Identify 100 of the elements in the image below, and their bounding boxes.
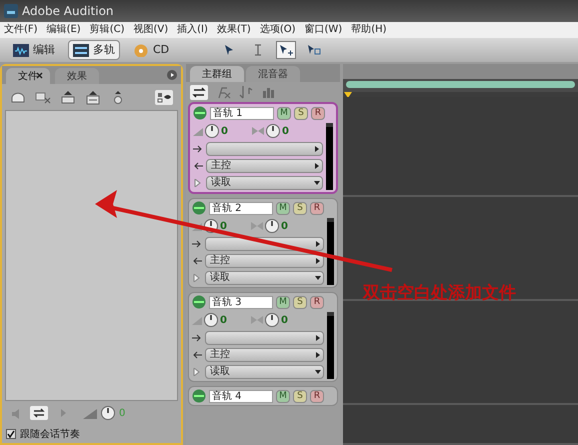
menu-item[interactable]: 帮助(H)	[351, 25, 387, 35]
output-arrow-icon	[192, 257, 202, 265]
output-dropdown[interactable]: 主控	[205, 254, 324, 268]
input-arrow-icon	[193, 145, 203, 153]
track-button[interactable]: R	[310, 390, 324, 402]
caret-right-icon	[313, 162, 321, 170]
track-button[interactable]: S	[293, 390, 307, 402]
view-options-icon[interactable]	[155, 90, 173, 104]
volume-ramp-icon	[193, 126, 203, 136]
track-button[interactable]: R	[310, 296, 324, 308]
caret-right-icon	[314, 240, 322, 248]
folder-icon[interactable]	[10, 90, 26, 104]
volume-ramp-icon	[83, 407, 97, 419]
track-header[interactable]: 音轨 3 M S R 0 0 主控 读取	[188, 292, 338, 382]
waveform-icon	[13, 44, 29, 56]
caret-down-icon	[314, 274, 322, 282]
input-dropdown[interactable]	[206, 142, 323, 156]
track-header[interactable]: 音轨 1 M S R 0 0 主控 读取	[188, 102, 338, 194]
menu-item[interactable]: 选项(O)	[260, 25, 296, 35]
volume-knob[interactable]	[205, 124, 219, 138]
volume-knob[interactable]	[101, 406, 115, 420]
track-name-field[interactable]: 音轨 1	[210, 106, 274, 120]
close-file-icon[interactable]	[35, 90, 51, 104]
input-arrow-icon	[192, 240, 202, 248]
annotation-text: 双击空白处添加文件	[363, 282, 516, 305]
track-button[interactable]: R	[310, 202, 324, 214]
pan-knob[interactable]	[264, 219, 279, 233]
menu-item[interactable]: 插入(I)	[177, 25, 208, 35]
track-enable-icon[interactable]	[192, 295, 206, 309]
track-name-field[interactable]: 音轨 4	[209, 390, 273, 402]
automation-icon	[192, 368, 202, 376]
volume-reading: 0	[119, 406, 126, 420]
pan-knob[interactable]	[264, 313, 279, 327]
menu-item[interactable]: 效果(T)	[216, 25, 251, 35]
panel-tab[interactable]: 文件	[6, 68, 50, 84]
menu-item[interactable]: 视图(V)	[133, 25, 168, 35]
pan-icon	[250, 315, 263, 325]
automation-dropdown[interactable]: 读取	[206, 176, 323, 190]
volume-reading: 0	[220, 314, 227, 328]
panel-tab[interactable]: 主群组	[190, 66, 244, 82]
track-enable-icon[interactable]	[192, 389, 206, 403]
output-arrow-icon	[192, 351, 202, 359]
track-enable-icon[interactable]	[193, 106, 207, 120]
caret-right-icon	[314, 351, 322, 359]
track-button[interactable]: S	[293, 202, 307, 214]
import-icon[interactable]	[60, 90, 76, 104]
input-dropdown[interactable]	[205, 331, 324, 345]
output-dropdown[interactable]: 主控	[206, 159, 323, 173]
app-icon	[4, 4, 18, 18]
menu-item[interactable]: 编辑(E)	[46, 25, 81, 35]
panel-tab[interactable]: 效果	[55, 68, 99, 84]
pan-reading: 0	[280, 220, 288, 234]
output-arrow-icon	[193, 162, 203, 170]
workspace-button[interactable]: 多轨	[68, 40, 120, 60]
track-name-field[interactable]: 音轨 3	[209, 296, 273, 308]
automation-dropdown[interactable]: 读取	[205, 365, 324, 379]
level-meter	[327, 218, 334, 285]
loop-icon[interactable]	[30, 406, 48, 420]
level-meter	[327, 312, 334, 379]
track-name-field[interactable]: 音轨 2	[209, 202, 273, 214]
menu-item[interactable]: 窗口(W)	[304, 25, 342, 35]
close-icon[interactable]	[36, 72, 43, 78]
automation-dropdown[interactable]: 读取	[205, 271, 324, 285]
output-dropdown[interactable]: 主控	[205, 348, 324, 362]
pan-icon	[250, 221, 263, 231]
menu-item[interactable]: 文件(F)	[4, 25, 38, 35]
track-header[interactable]: 音轨 4 M S R	[188, 386, 338, 406]
pan-knob[interactable]	[266, 124, 280, 138]
track-button[interactable]: R	[311, 106, 325, 120]
track-button[interactable]: M	[276, 390, 290, 402]
track-button[interactable]: M	[276, 296, 290, 308]
track-button[interactable]: S	[294, 106, 308, 120]
level-meter	[326, 123, 333, 190]
track-button[interactable]: M	[276, 202, 290, 214]
track-button[interactable]: M	[277, 106, 291, 120]
volume-knob[interactable]	[204, 313, 218, 327]
automation-icon	[193, 179, 203, 187]
caret-down-icon	[313, 179, 321, 187]
window-title: Adobe Audition	[22, 3, 114, 20]
tool-button[interactable]	[276, 41, 296, 59]
pan-reading: 0	[282, 124, 289, 138]
workspace-button[interactable]: 编辑	[8, 40, 60, 60]
input-arrow-icon	[192, 334, 202, 342]
menu-item[interactable]: 剪辑(C)	[90, 25, 124, 35]
volume-reading: 0	[221, 124, 228, 138]
caret-right-icon	[314, 257, 322, 265]
panel-tab[interactable]: 混音器	[246, 66, 300, 82]
checkbox[interactable]	[6, 429, 16, 439]
tracks-icon	[73, 44, 89, 56]
track-enable-icon[interactable]	[192, 201, 206, 215]
pan-icon	[252, 126, 264, 136]
workspace-button[interactable]: CD	[128, 40, 174, 60]
cursor-plus-icon	[278, 43, 294, 57]
inputs-outputs-icon[interactable]	[190, 84, 208, 100]
caret-right-icon	[314, 334, 322, 342]
track-button[interactable]: S	[293, 296, 307, 308]
panel-menu-icon[interactable]	[167, 70, 177, 80]
insert-icon[interactable]	[85, 90, 101, 104]
volume-reading: 0	[220, 220, 227, 234]
volume-ramp-icon	[192, 315, 202, 325]
